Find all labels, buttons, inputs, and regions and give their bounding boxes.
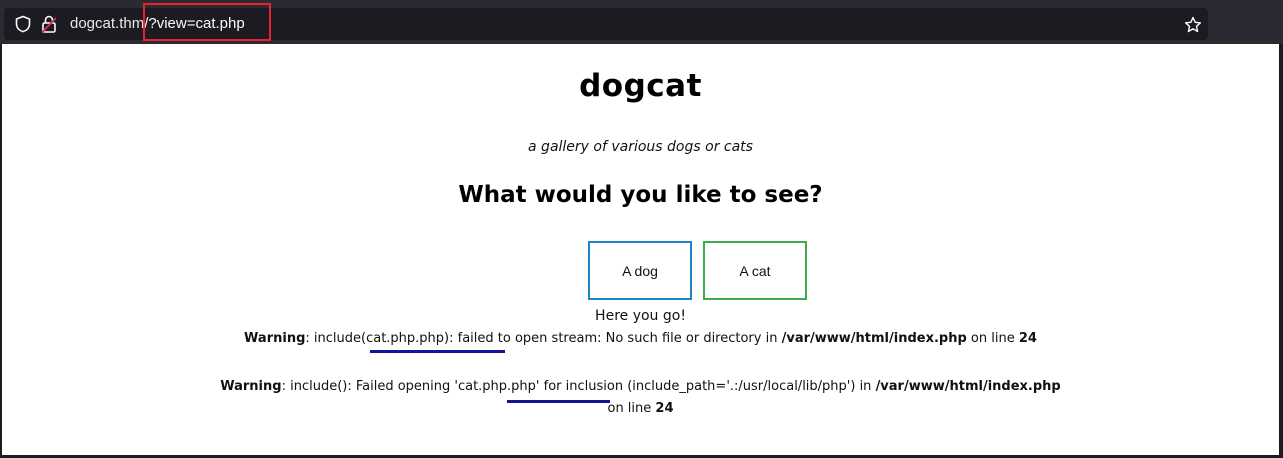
warning-label: Warning	[244, 331, 306, 346]
warning-func: include(cat.php.php)	[313, 331, 450, 346]
warning-line-number: 24	[655, 401, 674, 416]
star-icon[interactable]	[1184, 16, 1202, 34]
url-host: dogcat.thm	[70, 15, 145, 32]
warning-on-line: on line	[607, 401, 656, 416]
annotation-underline	[507, 400, 610, 403]
warning-message: : failed to open stream: No such file or…	[449, 331, 782, 346]
warning-label: Warning	[220, 379, 282, 394]
question-heading: What would you like to see?	[458, 182, 823, 208]
dog-button[interactable]: A dog	[588, 241, 692, 300]
php-warning-inclusion: Warning: include(): Failed opening 'cat.…	[2, 376, 1279, 420]
shield-icon[interactable]	[14, 15, 32, 33]
warning-line-number: 24	[1018, 331, 1037, 346]
warning-on-line: on line	[966, 331, 1019, 346]
warning-file: 'cat.php.php'	[454, 379, 540, 394]
url-highlight-box	[143, 3, 271, 41]
php-warning-include: Warning: include(cat.php.php): failed to…	[2, 328, 1279, 350]
site-tagline: a gallery of various dogs or cats	[528, 139, 753, 155]
warning-message: for inclusion (include_path='.:/usr/loca…	[539, 379, 876, 394]
cat-button[interactable]: A cat	[703, 241, 807, 300]
browser-toolbar: dogcat.thm/?view=cat.php	[0, 0, 1283, 44]
web-page: dogcat a gallery of various dogs or cats…	[1, 44, 1280, 456]
warning-sep: :	[305, 331, 314, 346]
warning-sep: : include(): Failed opening	[281, 379, 455, 394]
warning-path: /var/www/html/index.php	[875, 379, 1061, 394]
site-title: dogcat	[579, 68, 702, 104]
warning-path: /var/www/html/index.php	[781, 331, 967, 346]
lock-broken-icon[interactable]	[40, 14, 58, 34]
result-text: Here you go!	[595, 308, 686, 324]
annotation-underline	[370, 350, 505, 353]
